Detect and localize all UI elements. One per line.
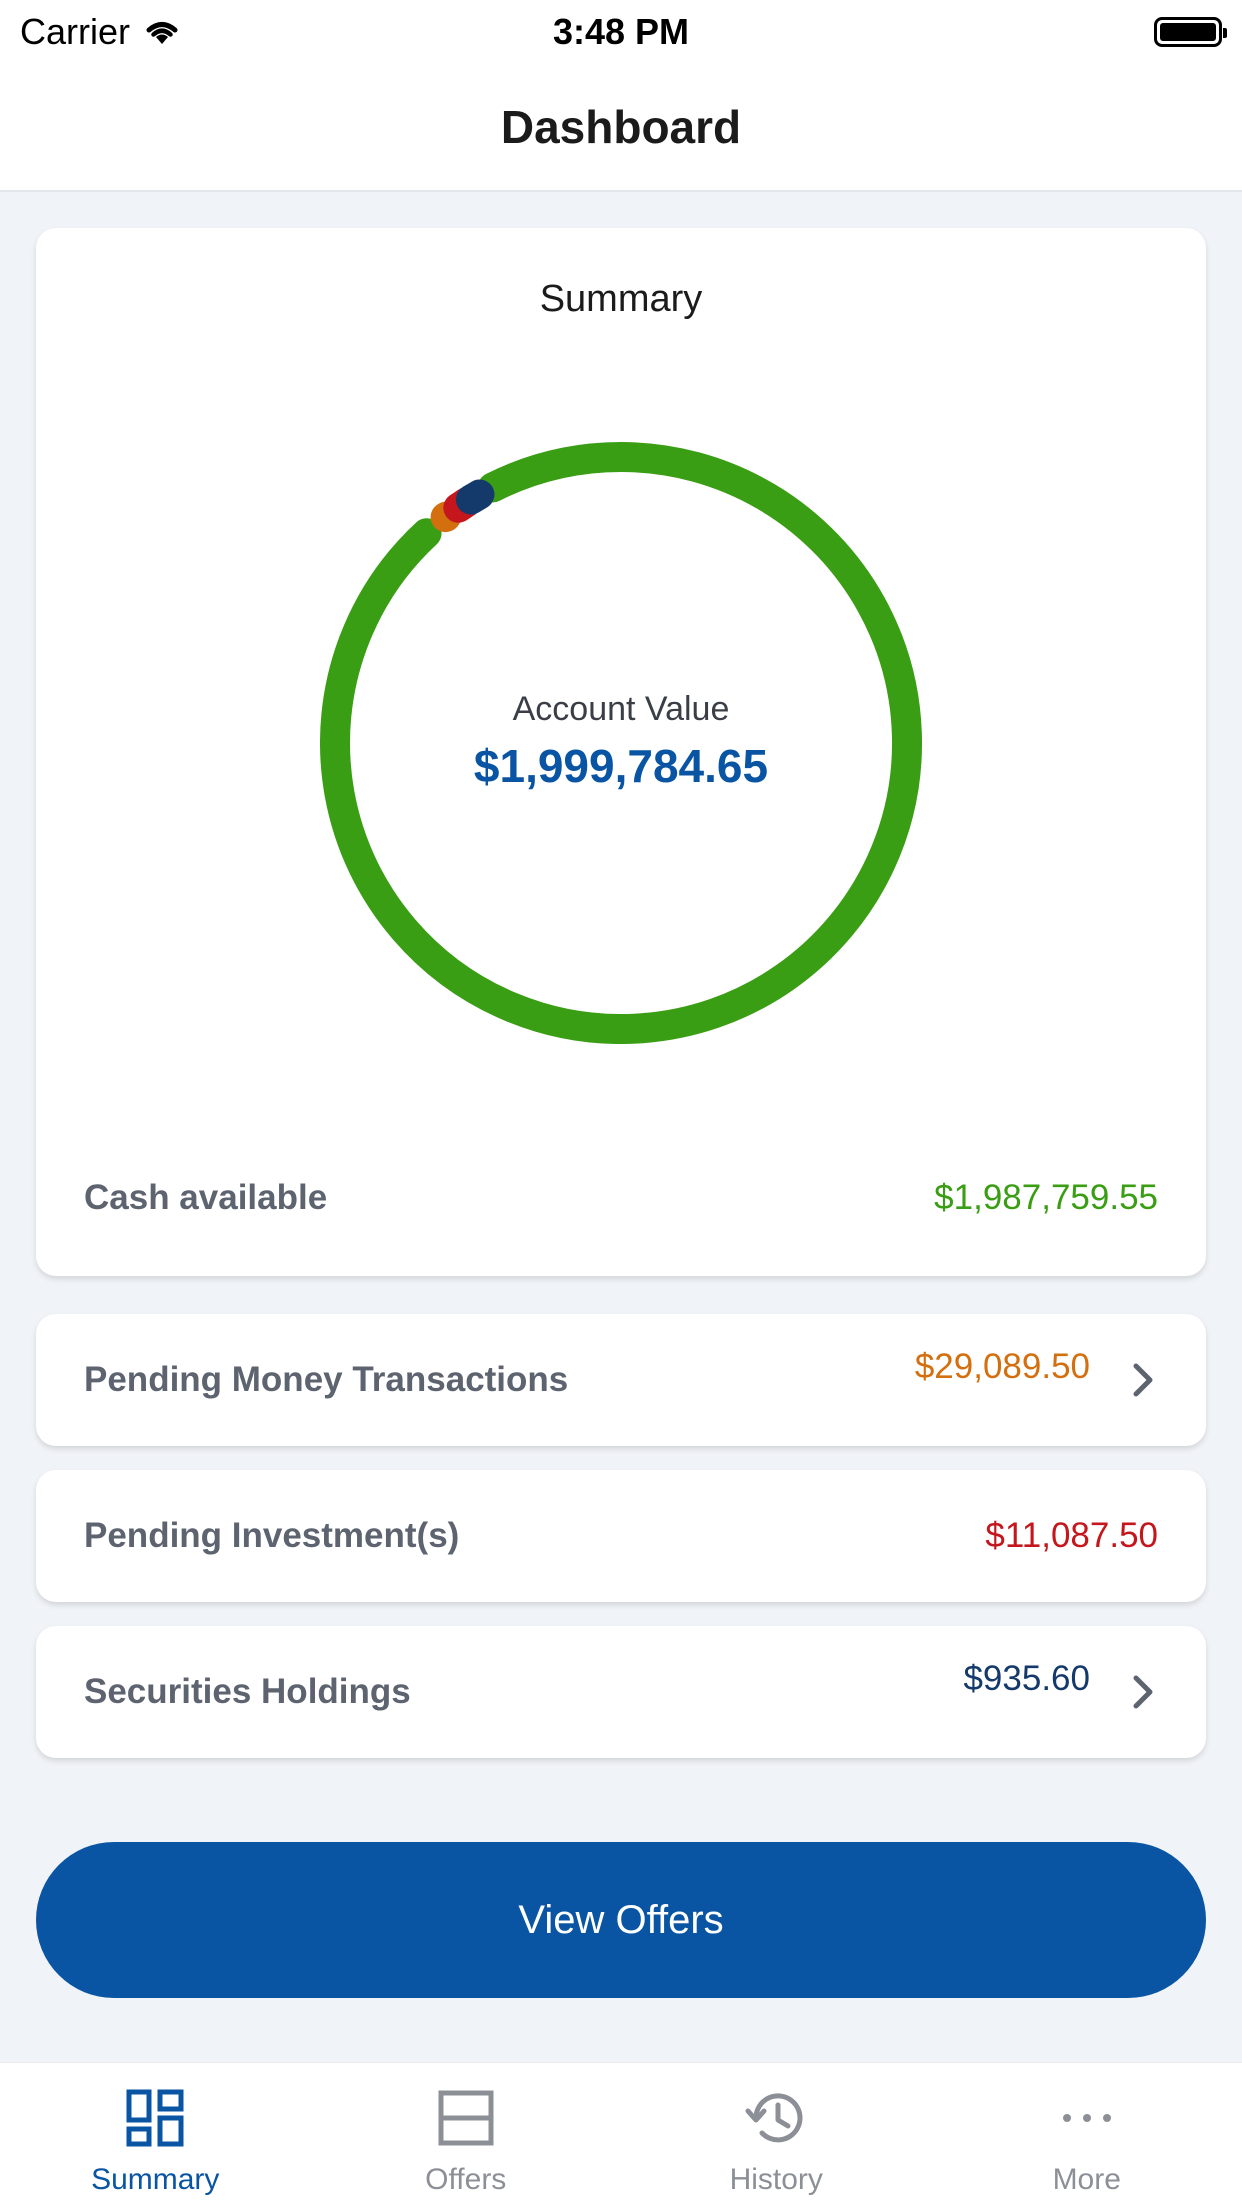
carrier-name: Carrier	[20, 11, 131, 52]
account-value-label: Account Value	[512, 690, 730, 728]
carrier: Carrier	[20, 11, 182, 53]
tab-bar: Summary Offers History More	[0, 2062, 1242, 2208]
status-bar: Carrier 3:48 PM	[0, 0, 1242, 64]
dashboard-icon	[126, 2089, 184, 2147]
pending-investments-value: $11,087.50	[985, 1516, 1158, 1555]
account-value-amount: $1,999,784.65	[473, 740, 769, 792]
status-time: 3:48 PM	[552, 11, 690, 52]
chevron-right-icon	[1133, 1363, 1153, 1397]
summary-card: Summary Account Value $1,999,784.65 Cash…	[36, 228, 1206, 1276]
pending-money-transactions-value: $29,089.50	[914, 1347, 1090, 1386]
securities-holdings-value: $935.60	[963, 1659, 1090, 1698]
battery-icon	[1154, 17, 1227, 47]
tab-history[interactable]: History	[621, 2063, 932, 2208]
navigation-bar: Dashboard	[0, 64, 1242, 192]
pending-money-transactions-label: Pending Money Transactions	[84, 1360, 569, 1399]
cash-available-label: Cash available	[84, 1178, 328, 1217]
securities-holdings-row[interactable]: Securities Holdings $935.60	[36, 1626, 1206, 1758]
tab-summary[interactable]: Summary	[0, 2063, 311, 2208]
tab-more[interactable]: More	[932, 2063, 1242, 2208]
app-screen: Carrier 3:48 PM Dashboard Summary Accoun…	[0, 0, 1242, 2208]
tab-label: Offers	[425, 2163, 507, 2196]
cash-available-row: Cash available $1,987,759.55	[84, 1178, 1158, 1218]
history-icon	[745, 2093, 803, 2143]
more-icon	[1062, 2114, 1111, 2122]
account-value-block: Account Value $1,999,784.65	[36, 690, 1206, 793]
cash-available-value: $1,987,759.55	[934, 1178, 1158, 1217]
donut-slice-3	[455, 479, 495, 515]
securities-holdings-label: Securities Holdings	[84, 1672, 411, 1711]
tab-offers[interactable]: Offers	[311, 2063, 622, 2208]
tab-label: Summary	[91, 2163, 220, 2196]
offers-icon	[438, 2090, 494, 2146]
page-title: Dashboard	[500, 101, 742, 153]
tab-label: History	[729, 2163, 823, 2196]
pending-investments-row: Pending Investment(s) $11,087.50	[36, 1470, 1206, 1602]
summary-title: Summary	[539, 278, 703, 320]
chevron-right-icon	[1133, 1675, 1153, 1709]
pending-investments-label: Pending Investment(s)	[84, 1516, 460, 1555]
tab-label: More	[1052, 2163, 1121, 2196]
pending-money-transactions-row[interactable]: Pending Money Transactions $29,089.50	[36, 1314, 1206, 1446]
view-offers-button[interactable]: View Offers	[36, 1842, 1206, 1998]
wifi-icon	[146, 22, 178, 44]
